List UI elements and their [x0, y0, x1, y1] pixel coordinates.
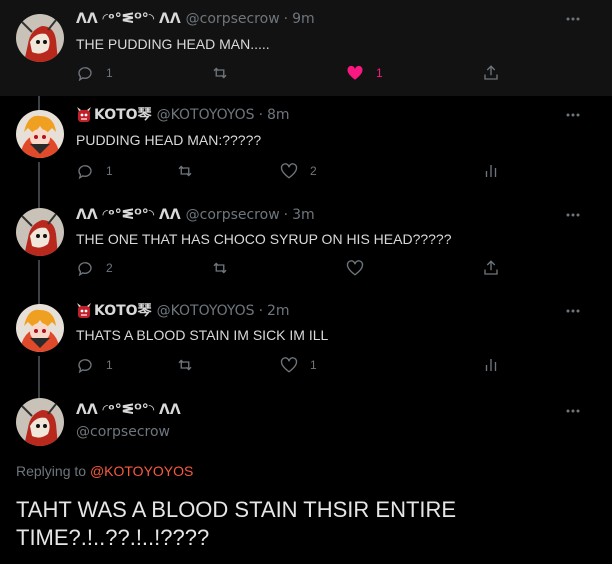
reply-count: 1: [106, 164, 113, 178]
reply-icon: [78, 359, 92, 374]
tweet[interactable]: ᐱᐱ ◜ᵒ°ᓬᴼ°◝ ᐱᐱ @corpsecrow · 3m THE ONE T…: [0, 194, 612, 292]
reply-icon: [78, 262, 92, 277]
more-button[interactable]: [564, 106, 582, 124]
like-button[interactable]: 1: [346, 64, 383, 82]
more-button[interactable]: [564, 302, 582, 320]
ogre-emoji-icon: [77, 303, 91, 318]
handle[interactable]: @KOTOYOYOS: [157, 106, 255, 124]
tweet[interactable]: KOTO琴 @KOTOYOYOS · 2m THATS A BLOOD STAI…: [0, 292, 612, 388]
replying-prefix: Replying to: [16, 463, 90, 479]
reply-button[interactable]: 2: [76, 259, 113, 277]
analytics-button[interactable]: [482, 356, 500, 374]
replying-to: Replying to @KOTOYOYOS: [16, 463, 193, 479]
mention-link[interactable]: @KOTOYOYOS: [90, 463, 193, 479]
timestamp[interactable]: 3m: [292, 206, 315, 224]
tweet-header: KOTO琴 @KOTOYOYOS · 2m: [76, 302, 290, 320]
retweet-button[interactable]: [211, 259, 241, 277]
reply-button[interactable]: 1: [76, 64, 113, 82]
analytics-button[interactable]: [482, 162, 500, 180]
separator-dot: ·: [283, 207, 289, 223]
more-button[interactable]: [564, 10, 582, 28]
more-icon: [566, 17, 580, 21]
share-button[interactable]: [482, 259, 500, 277]
analytics-icon: [485, 165, 497, 177]
avatar[interactable]: [16, 304, 64, 352]
handle[interactable]: @KOTOYOYOS: [157, 302, 255, 320]
like-count: 1: [310, 358, 317, 372]
display-name[interactable]: KOTO琴: [94, 302, 152, 320]
tweet-header: ᐱᐱ ◜ᵒ°ᓬᴼ°◝ ᐱᐱ @corpsecrow · 9m: [76, 10, 315, 28]
reply-count: 1: [106, 66, 113, 80]
heart-icon: [280, 163, 298, 179]
heart-icon: [346, 260, 364, 276]
more-icon: [566, 409, 580, 413]
tweet[interactable]: KOTO琴 @KOTOYOYOS · 8m PUDDING HEAD MAN:?…: [0, 96, 612, 194]
share-button[interactable]: [482, 64, 500, 82]
reply-button[interactable]: 1: [76, 162, 113, 180]
timestamp[interactable]: 8m: [267, 106, 290, 124]
tweet[interactable]: ᐱᐱ ◜ᵒ°ᓬᴼ°◝ ᐱᐱ @corpsecrow · 9m THE PUDDI…: [0, 0, 612, 96]
like-count: 1: [376, 66, 383, 80]
like-button[interactable]: [346, 259, 376, 277]
avatar[interactable]: [16, 208, 64, 256]
display-name[interactable]: ᐱᐱ ◜ᵒ°ᓬᴼ°◝ ᐱᐱ: [76, 402, 181, 418]
focused-tweet-text: TAHT WAS A BLOOD STAIN THSIR ENTIRE TIME…: [16, 497, 457, 550]
tweet-text: THE PUDDING HEAD MAN.....: [76, 36, 270, 52]
reply-button[interactable]: 1: [76, 356, 113, 374]
display-name[interactable]: KOTO琴: [94, 106, 152, 124]
retweet-button[interactable]: [176, 356, 206, 374]
heart-icon: [280, 357, 298, 373]
tweet-header: KOTO琴 @KOTOYOYOS · 8m: [76, 106, 290, 124]
tweet-text: THATS A BLOOD STAIN IM SICK IM ILL: [76, 327, 329, 343]
tweet-header: ᐱᐱ ◜ᵒ°ᓬᴼ°◝ ᐱᐱ @corpsecrow · 3m: [76, 206, 315, 224]
separator-dot: ·: [283, 11, 289, 27]
display-name[interactable]: ᐱᐱ ◜ᵒ°ᓬᴼ°◝ ᐱᐱ: [76, 206, 181, 224]
ogre-emoji-icon: [77, 107, 91, 122]
retweet-icon: [213, 262, 227, 274]
separator-dot: ·: [258, 107, 264, 123]
share-icon: [484, 260, 498, 275]
analytics-icon: [485, 359, 497, 371]
retweet-icon: [213, 67, 227, 79]
tweet-text: THE ONE THAT HAS CHOCO SYRUP ON HIS HEAD…: [76, 231, 452, 247]
more-icon: [566, 113, 580, 117]
reply-count: 2: [106, 261, 113, 275]
avatar[interactable]: [16, 14, 64, 62]
timestamp[interactable]: 2m: [267, 302, 290, 320]
handle[interactable]: @corpsecrow: [186, 10, 280, 28]
handle[interactable]: @corpsecrow: [186, 206, 280, 224]
like-count: 2: [310, 164, 317, 178]
share-icon: [484, 65, 498, 80]
heart-icon: [347, 65, 363, 80]
like-button[interactable]: 1: [280, 356, 317, 374]
tweet-text: PUDDING HEAD MAN:?????: [76, 132, 262, 148]
retweet-icon: [178, 359, 192, 371]
handle[interactable]: @corpsecrow: [76, 424, 170, 440]
reply-icon: [78, 165, 92, 180]
more-icon: [566, 213, 580, 217]
more-button[interactable]: [564, 206, 582, 224]
timestamp[interactable]: 9m: [292, 10, 315, 28]
separator-dot: ·: [258, 303, 264, 319]
avatar[interactable]: [16, 110, 64, 158]
display-name[interactable]: ᐱᐱ ◜ᵒ°ᓬᴼ°◝ ᐱᐱ: [76, 10, 181, 28]
more-icon: [566, 309, 580, 313]
avatar[interactable]: [16, 398, 64, 446]
retweet-button[interactable]: [211, 64, 241, 82]
retweet-icon: [178, 165, 192, 177]
reply-icon: [78, 67, 92, 82]
like-button[interactable]: 2: [280, 162, 317, 180]
retweet-button[interactable]: [176, 162, 206, 180]
reply-count: 1: [106, 358, 113, 372]
focused-tweet: ᐱᐱ ◜ᵒ°ᓬᴼ°◝ ᐱᐱ @corpsecrow Replying to @K…: [0, 388, 612, 564]
more-button[interactable]: [564, 402, 582, 420]
